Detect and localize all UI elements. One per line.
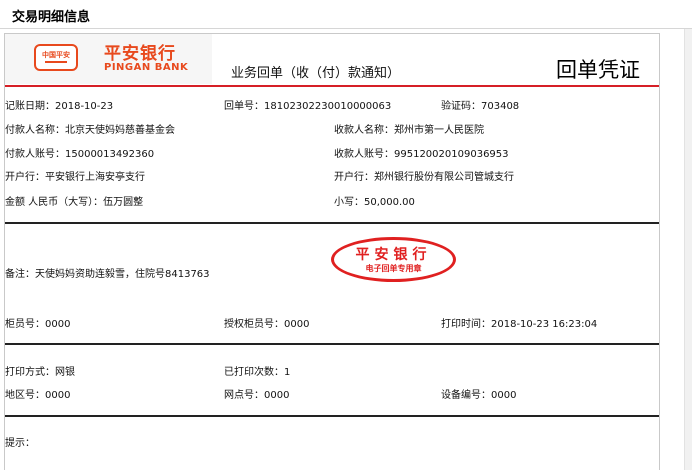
verify-code: 验证码：703408 [441,101,520,112]
amount-upper: 金额 人民币（大写）：伍万圆整 [5,197,144,208]
logo-badge-bar [45,61,67,63]
vertical-scrollbar[interactable] [684,29,692,470]
page-title: 交易明细信息 [12,10,91,25]
record-date: 记账日期：2018-10-23 [5,101,114,112]
payee-account: 收款人账号：995120020109036953 [334,149,509,160]
section-divider-3 [5,415,659,417]
print-count: 已打印次数：1 [224,367,291,378]
branch-number: 网点号：0000 [224,390,290,401]
voucher-title: 回单凭证 [556,58,640,82]
amount-lower: 小写：50,000.00 [334,197,415,208]
print-method: 打印方式：网银 [5,367,75,378]
print-time: 打印时间：2018-10-23 16:23:04 [441,319,598,330]
receipt-voucher: 中国平安 平安银行 PINGAN BANK 业务回单（收（付）款通知） 回单凭证… [4,33,660,470]
tips-label: 提示： [5,438,35,449]
bank-seal-stamp: 平安银行 电子回单专用章 [331,237,456,282]
seal-main-text: 平安银行 [355,247,432,263]
section-divider-1 [5,222,659,224]
bank-name-cn: 平安银行 [104,44,176,64]
bank-name-en: PINGAN BANK [104,62,189,73]
area-number: 地区号：0000 [5,390,71,401]
payer-account: 付款人账号：15000013492360 [5,149,155,160]
payer-bank: 开户行：平安银行上海安亭支行 [5,172,145,183]
pingan-logo-icon: 中国平安 [34,44,78,71]
remark: 备注：天使妈妈资助连毅雪，住院号8413763 [5,269,210,280]
receipt-number: 回单号：18102302230010000063 [224,101,392,112]
seal-sub-text: 电子回单专用章 [365,264,422,273]
teller-number: 柜员号：0000 [5,319,71,330]
auth-teller-number: 授权柜员号：0000 [224,319,310,330]
bank-logo: 中国平安 平安银行 PINGAN BANK [5,34,212,84]
section-divider-2 [5,343,659,345]
payee-name: 收款人名称：郑州市第一人民医院 [334,125,484,136]
header-divider [5,85,659,87]
device-number: 设备编号：0000 [441,390,517,401]
payer-name: 付款人名称：北京天使妈妈慈善基金会 [5,125,175,136]
notice-title: 业务回单（收（付）款通知） [231,66,401,81]
logo-badge-text: 中国平安 [42,51,70,59]
receipt-scroll-area[interactable]: 中国平安 平安银行 PINGAN BANK 业务回单（收（付）款通知） 回单凭证… [0,29,692,470]
page-header: 交易明细信息 [0,0,692,29]
payee-bank: 开户行：郑州银行股份有限公司管城支行 [334,172,514,183]
